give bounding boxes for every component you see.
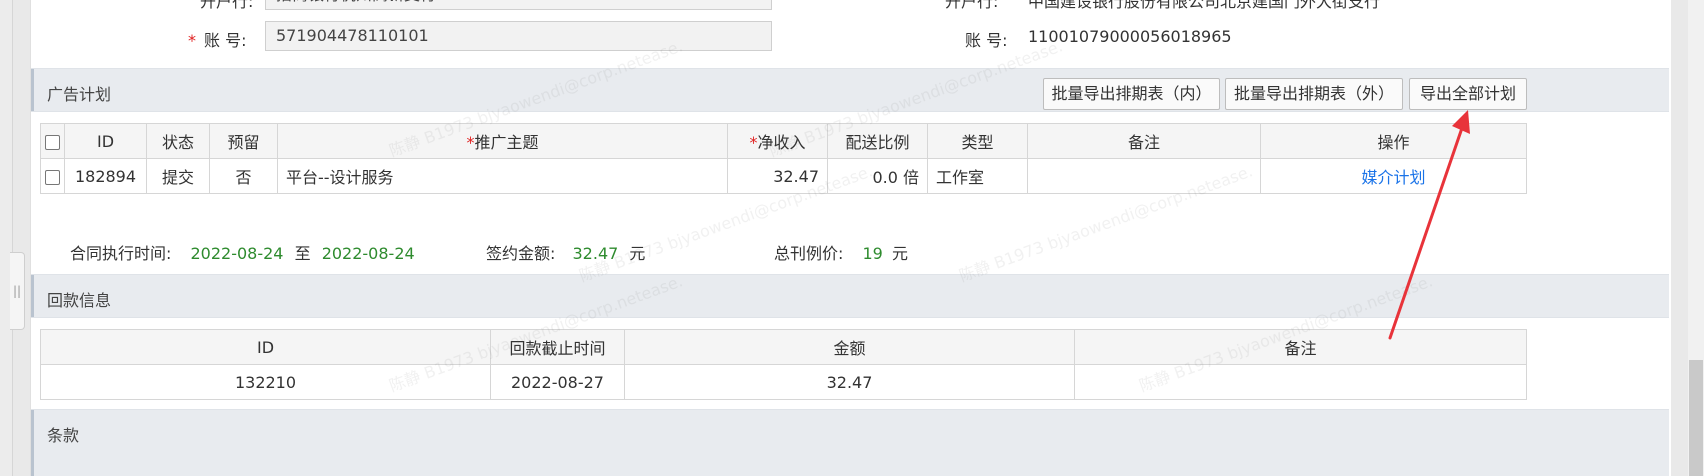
col-reserved[interactable]: 预留 [209, 123, 278, 159]
col-net-income[interactable]: *净收入 [727, 123, 828, 159]
col-ratio[interactable]: 配送比例 [827, 123, 928, 159]
list-price-unit: 元 [891, 244, 908, 263]
col-status[interactable]: 状态 [146, 123, 210, 159]
account-value-right: 11001079000056018965 [1028, 27, 1232, 46]
contract-amount: 签约金额: 32.47 元 [486, 240, 645, 264]
contract-to: 至 [294, 244, 311, 263]
account-label-right: 账 号: [965, 31, 1008, 50]
ad-plan-header-row: ID 状态 预留 *推广主题 *净收入 配送比例 类型 备注 操作 [40, 123, 1527, 159]
cell-payment-id: 132210 [40, 364, 491, 400]
account-label-left: * 账 号: [188, 31, 247, 50]
cell-payment-note [1074, 364, 1527, 400]
contract-start-date: 2022-08-24 [190, 244, 284, 263]
select-all-checkbox[interactable] [45, 134, 60, 150]
cell-payment-amount: 32.47 [624, 364, 1075, 400]
col-note[interactable]: 备注 [1027, 123, 1261, 159]
table-row: 182894 提交 否 平台--设计服务 32.47 0.0 倍 工作室 媒介计… [40, 158, 1527, 194]
cell-id: 182894 [64, 158, 147, 194]
col-payment-deadline[interactable]: 回款截止时间 [490, 329, 625, 365]
contract-amount-label: 签约金额: [486, 244, 556, 263]
account-input-left[interactable]: 571904478110101 [265, 21, 772, 51]
required-mark: * [188, 31, 196, 50]
payment-header-row: ID 回款截止时间 金额 备注 [40, 329, 1527, 365]
list-price-value: 19 [862, 244, 883, 263]
cell-type: 工作室 [927, 158, 1028, 194]
contract-period: 合同执行时间: 2022-08-24 至 2022-08-24 [70, 240, 415, 264]
col-payment-id[interactable]: ID [40, 329, 491, 365]
payment-table: ID 回款截止时间 金额 备注 132210 2022-08-27 32.47 [40, 329, 1527, 400]
cell-ratio: 0.0 倍 [827, 158, 928, 194]
col-action: 操作 [1260, 123, 1527, 159]
cell-reserved: 否 [209, 158, 278, 194]
left-rail [0, 0, 13, 476]
media-plan-link[interactable]: 媒介计划 [1361, 168, 1425, 187]
contract-end-date: 2022-08-24 [321, 244, 415, 263]
terms-title: 条款 [47, 426, 80, 445]
ad-plan-title: 广告计划 [47, 85, 112, 104]
cell-status: 提交 [146, 158, 210, 194]
scrollbar-thumb[interactable] [1689, 360, 1703, 476]
bank-label-left: 开户行: [200, 0, 254, 11]
export-schedule-in-button[interactable]: 批量导出排期表（内） [1043, 78, 1220, 110]
col-payment-amount[interactable]: 金额 [624, 329, 1075, 365]
bank-input-left[interactable]: 招商银行杭州高新支行 [265, 0, 772, 10]
sidebar-collapse-handle[interactable]: || [10, 252, 25, 330]
col-id[interactable]: ID [64, 123, 147, 159]
export-schedule-out-button[interactable]: 批量导出排期表（外） [1225, 78, 1403, 110]
section-accent [31, 410, 34, 476]
terms-header: 条款 [31, 409, 1669, 476]
cell-note [1027, 158, 1261, 194]
col-topic[interactable]: *推广主题 [277, 123, 728, 159]
cell-payment-deadline: 2022-08-27 [490, 364, 625, 400]
col-type[interactable]: 类型 [927, 123, 1028, 159]
cell-net-income: 32.47 [727, 158, 828, 194]
table-row: 132210 2022-08-27 32.47 [40, 364, 1527, 400]
section-accent [31, 275, 34, 317]
bank-value-right: 中国建设银行股份有限公司北京建国门外大街支行 [1028, 0, 1381, 11]
ad-plan-header: 广告计划 批量导出排期表（内） 批量导出排期表（外） 导出全部计划 [31, 68, 1669, 112]
contract-amount-value: 32.47 [572, 244, 619, 263]
contract-amount-unit: 元 [629, 244, 646, 263]
contract-period-label: 合同执行时间: [70, 244, 172, 263]
vertical-scrollbar[interactable] [1688, 0, 1704, 476]
list-price-label: 总刊例价: [774, 244, 844, 263]
payment-info-title: 回款信息 [47, 291, 112, 310]
section-accent [31, 69, 34, 111]
export-all-plans-button[interactable]: 导出全部计划 [1409, 78, 1527, 110]
ad-plan-table: ID 状态 预留 *推广主题 *净收入 配送比例 类型 备注 操作 182894… [40, 123, 1527, 194]
payment-info-header: 回款信息 [31, 274, 1669, 318]
row-checkbox[interactable] [45, 169, 60, 185]
bank-label-right: 开户行: [945, 0, 999, 11]
cell-topic: 平台--设计服务 [277, 158, 728, 194]
list-price: 总刊例价: 19 元 [774, 240, 908, 264]
col-payment-note[interactable]: 备注 [1074, 329, 1527, 365]
